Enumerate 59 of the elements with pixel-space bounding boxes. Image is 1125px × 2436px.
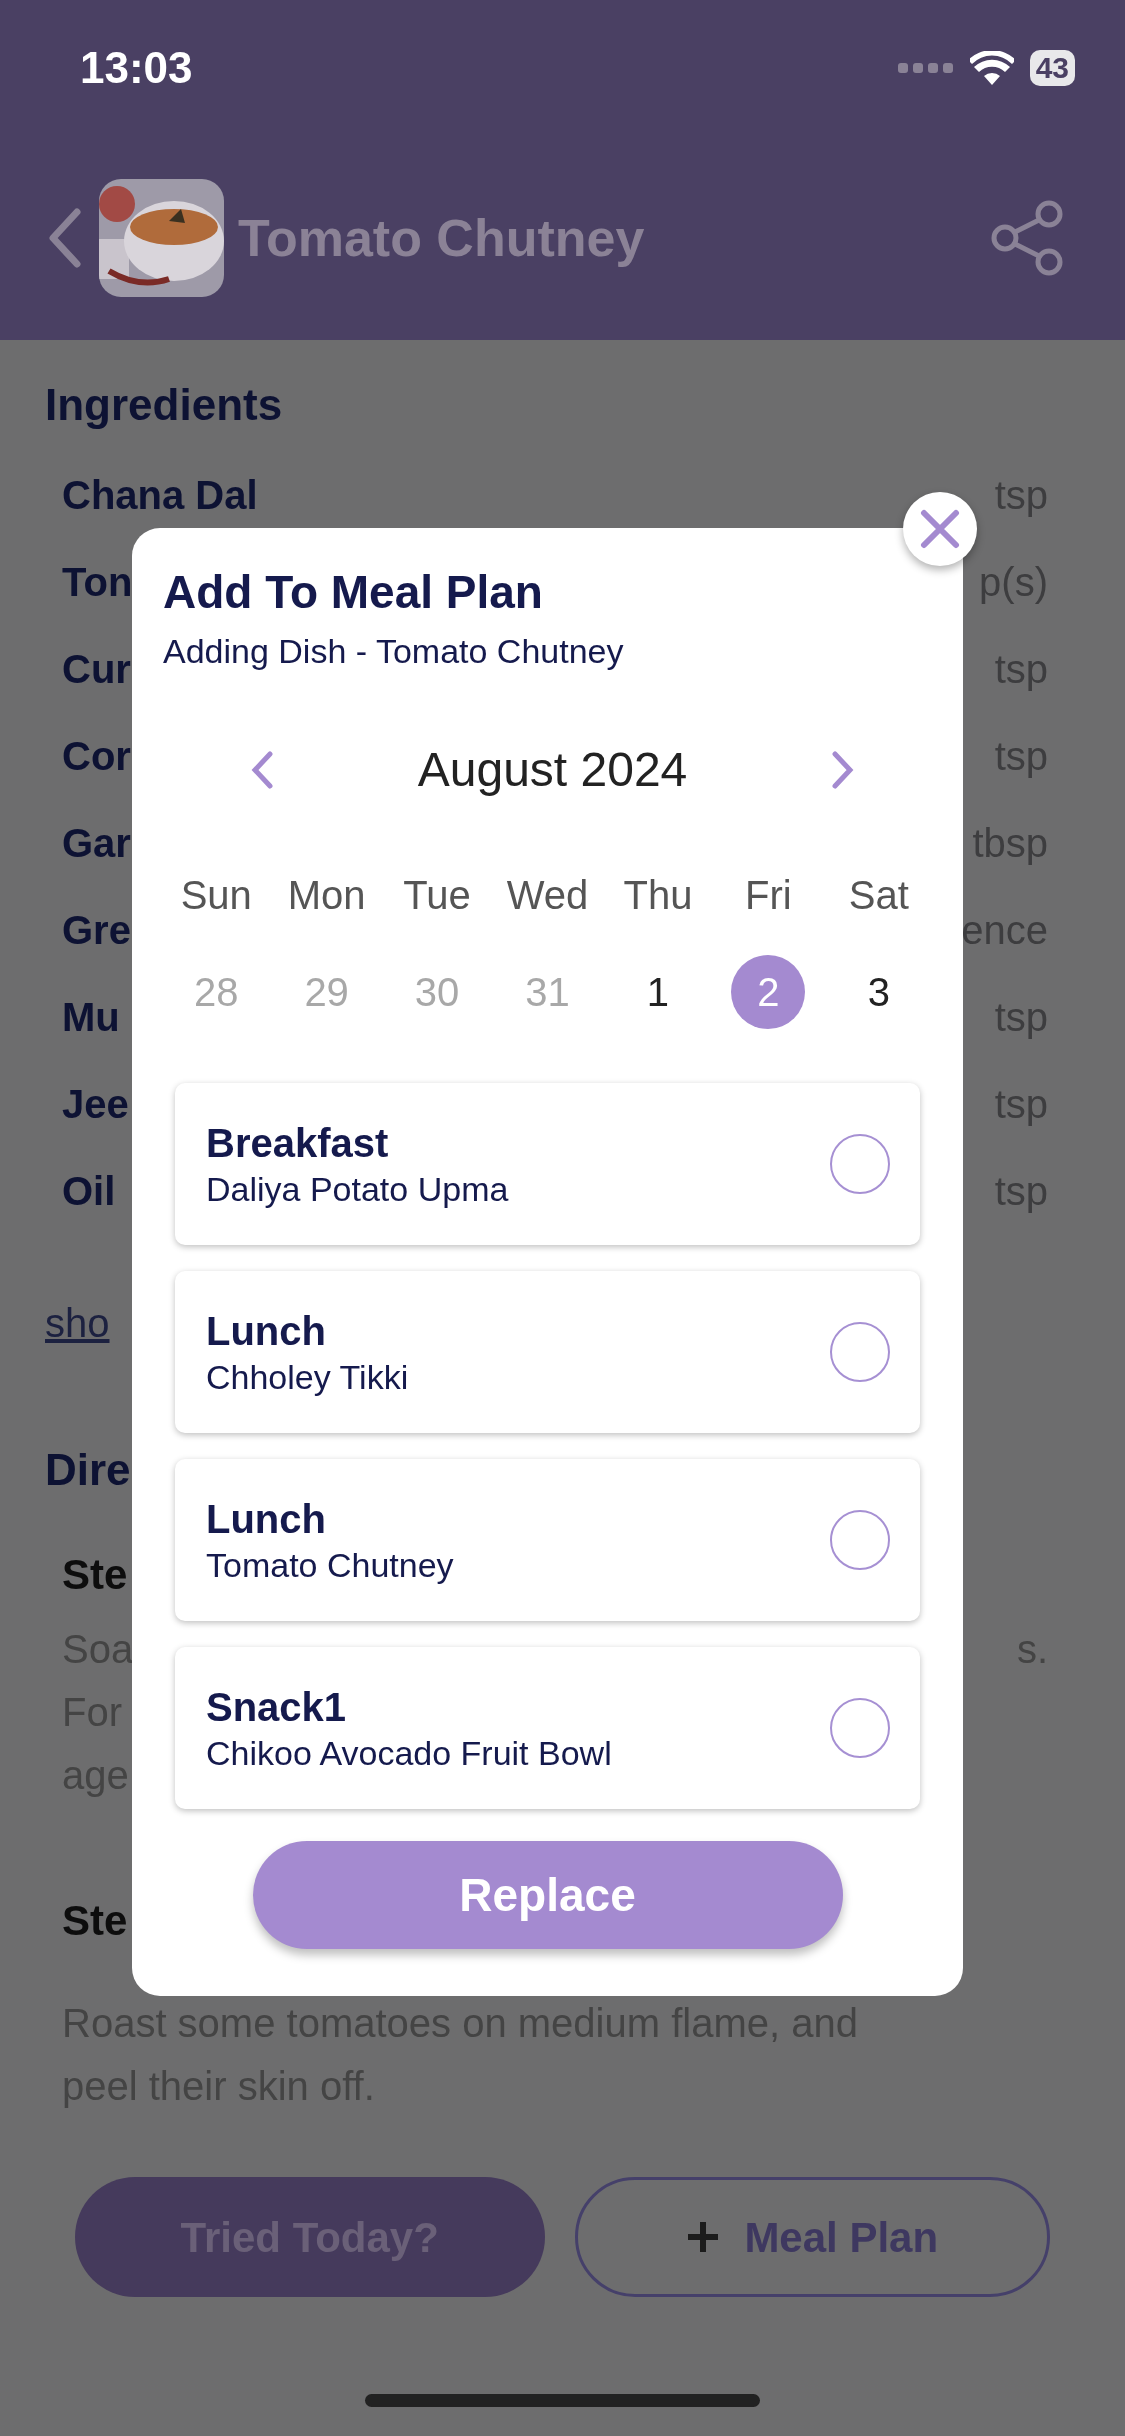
chevron-right-icon	[831, 750, 855, 790]
ingredient-name: Jee	[62, 1081, 129, 1128]
signal-icon	[897, 61, 954, 75]
meal-name: Lunch	[206, 1496, 327, 1543]
ingredient-name: Cor	[62, 733, 131, 780]
month-label: August 2024	[417, 742, 688, 798]
show-more-link[interactable]: sho	[45, 1293, 110, 1353]
weekday-label: Thu	[623, 872, 693, 919]
calendar-day[interactable]: 30	[400, 955, 475, 1029]
calendar-day[interactable]: 1	[620, 955, 695, 1029]
radio-button[interactable]	[830, 1698, 890, 1758]
weekday-label: Sun	[180, 872, 252, 919]
calendar-day[interactable]: 28	[179, 955, 254, 1029]
section-heading: Dire	[45, 1444, 132, 1496]
dish-name: Chholey Tikki	[206, 1357, 409, 1398]
step-title: Ste	[61, 1550, 128, 1600]
weekday-label: Sat	[848, 872, 909, 919]
meal-name: Breakfast	[206, 1120, 390, 1167]
weekday-label: Fri	[745, 872, 792, 919]
battery-level: 43	[1029, 50, 1075, 86]
wifi-icon	[969, 51, 1014, 85]
weekday-label: Tue	[403, 872, 471, 919]
calendar-day[interactable]: 2	[731, 955, 806, 1029]
plus-icon	[686, 2220, 721, 2254]
calendar-day[interactable]: 31	[510, 955, 585, 1029]
meal-slot-card[interactable]: Lunch Tomato Chutney	[175, 1459, 920, 1621]
ingredient-name: Cur	[62, 646, 131, 693]
calendar-day[interactable]: 29	[289, 955, 364, 1029]
meal-slot-card[interactable]: Snack1 Chikoo Avocado Fruit Bowl	[175, 1647, 920, 1809]
modal-subtitle: Adding Dish - Tomato Chutney	[162, 631, 625, 672]
calendar-day[interactable]: 3	[841, 955, 916, 1029]
meal-name: Lunch	[206, 1308, 327, 1355]
status-time: 13:03	[80, 42, 193, 94]
close-button[interactable]	[903, 492, 977, 566]
replace-button[interactable]: Replace	[252, 1841, 843, 1949]
close-icon	[920, 509, 960, 549]
modal-title: Add To Meal Plan	[162, 565, 544, 620]
radio-button[interactable]	[830, 1134, 890, 1194]
dish-name: Tomato Chutney	[206, 1545, 454, 1586]
ingredient-name: Gar	[62, 820, 131, 867]
ingredient-name: Oil	[62, 1168, 116, 1215]
share-icon[interactable]	[989, 200, 1065, 276]
weekday-label: Wed	[506, 872, 589, 919]
meal-slot-card[interactable]: Lunch Chholey Tikki	[175, 1271, 920, 1433]
ingredient-name: Mu	[62, 994, 120, 1041]
chevron-left-icon	[250, 750, 274, 790]
ingredient-name: Gre	[62, 907, 131, 954]
ingredient-name: Ton	[62, 559, 133, 606]
radio-button[interactable]	[830, 1510, 890, 1570]
ingredient-name: Chana Dal	[62, 472, 258, 519]
section-heading: Ingredients	[45, 379, 284, 431]
meal-slot-card[interactable]: Breakfast Daliya Potato Upma	[175, 1083, 920, 1245]
weekday-label: Mon	[287, 872, 366, 919]
recipe-title: Tomato Chutney	[238, 208, 646, 269]
meal-name: Snack1	[206, 1684, 348, 1731]
dish-name: Daliya Potato Upma	[206, 1169, 509, 1210]
dish-name: Chikoo Avocado Fruit Bowl	[206, 1733, 612, 1774]
step-title: Ste	[61, 1896, 128, 1946]
radio-button[interactable]	[830, 1322, 890, 1382]
